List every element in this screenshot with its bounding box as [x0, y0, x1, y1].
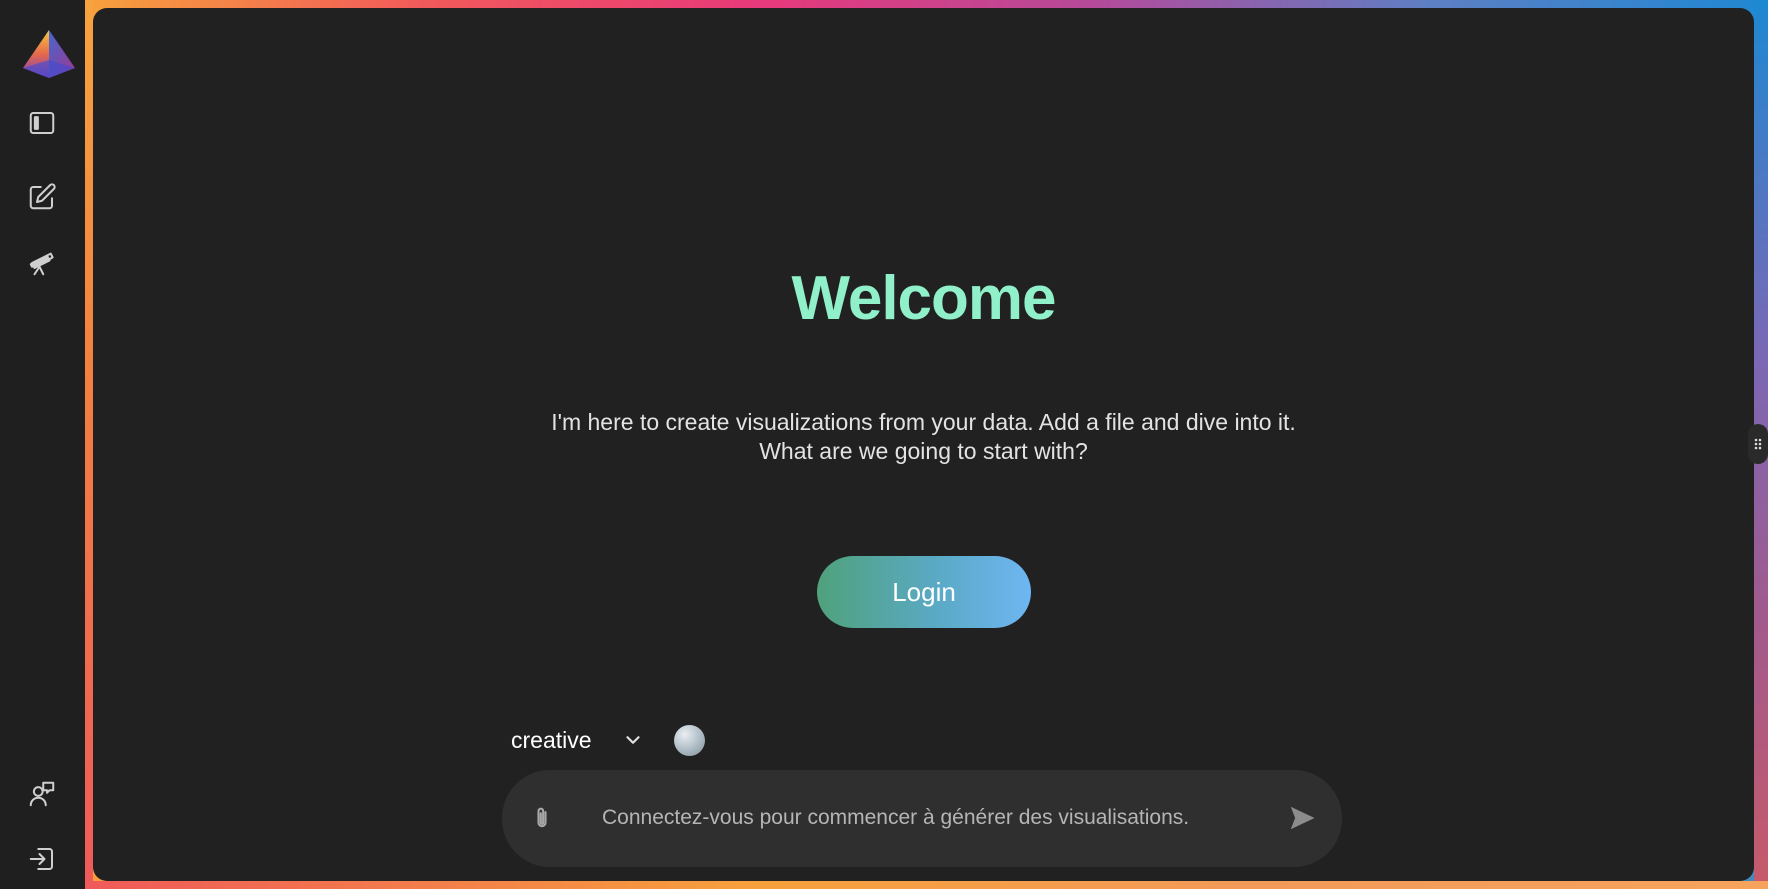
mode-select-value: creative	[511, 726, 592, 753]
composer	[502, 770, 1342, 867]
telescope-icon	[29, 252, 54, 276]
resize-handle[interactable]	[1748, 424, 1768, 464]
status-indicator	[673, 724, 705, 756]
new-chat-button[interactable]	[22, 177, 62, 217]
welcome-title: Welcome	[791, 264, 1056, 333]
prompt-input[interactable]	[602, 796, 1242, 840]
explore-button[interactable]	[22, 243, 62, 283]
feedback-button[interactable]	[22, 774, 62, 814]
panel-toggle-icon	[29, 112, 55, 134]
gradient-frame-bottom	[85, 881, 1768, 889]
login-sidebar-button[interactable]	[22, 839, 62, 879]
feedback-icon	[29, 781, 55, 807]
paperclip-icon	[537, 807, 547, 828]
chevron-down-icon	[625, 736, 640, 744]
send-icon	[1290, 806, 1315, 830]
intro-line-2: What are we going to start with?	[759, 438, 1088, 464]
mode-select[interactable]: creative	[511, 727, 644, 754]
send-button[interactable]	[1282, 798, 1322, 838]
intro-text: I'm here to create visualizations from y…	[93, 408, 1754, 466]
attach-button[interactable]	[522, 798, 562, 838]
edit-icon	[29, 183, 56, 210]
mode-row: creative	[511, 720, 705, 760]
app-logo[interactable]	[21, 28, 77, 84]
intro-line-1: I'm here to create visualizations from y…	[551, 409, 1296, 435]
sidebar	[0, 0, 85, 889]
login-button[interactable]: Login	[817, 556, 1031, 628]
main-panel: Welcome I'm here to create visualization…	[93, 8, 1754, 881]
panel-toggle-button[interactable]	[22, 103, 62, 143]
gradient-frame-left	[85, 0, 93, 889]
pyramid-logo-icon	[23, 30, 75, 78]
login-icon	[29, 848, 53, 870]
drag-dots-icon	[1754, 438, 1762, 450]
